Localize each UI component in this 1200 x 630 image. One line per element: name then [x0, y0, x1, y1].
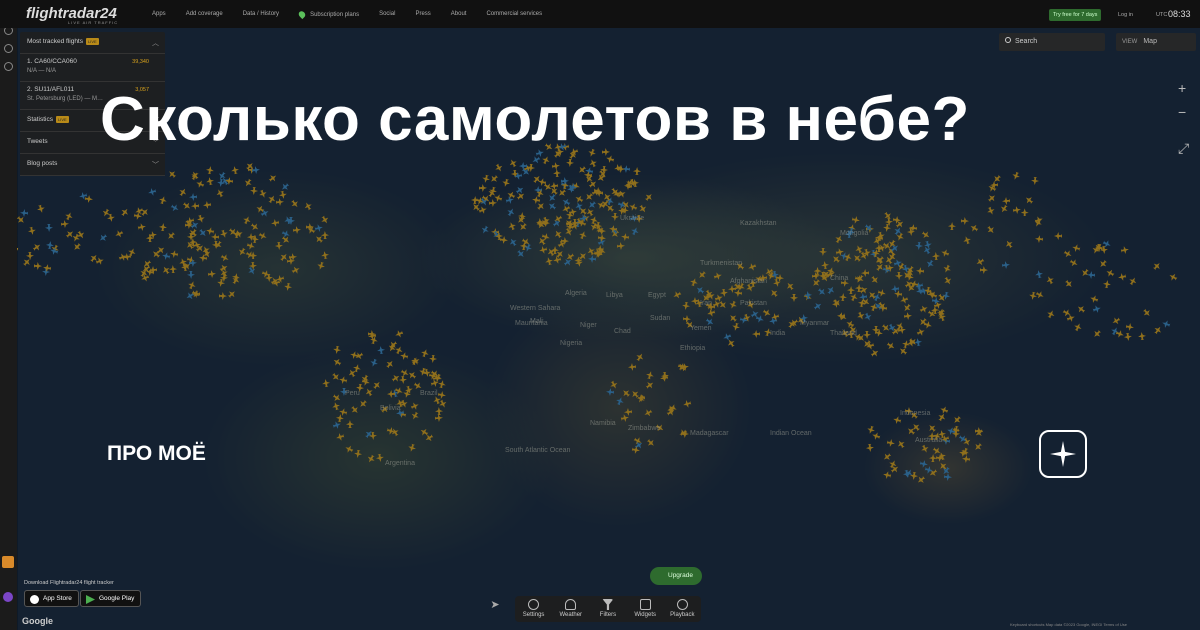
navigation-arrow-icon[interactable]: ➤ [486, 598, 504, 616]
filters-label: Filters [599, 612, 617, 618]
app-store-button[interactable]: App Store [24, 590, 79, 607]
try-free-button[interactable]: Try free for 7 days [1049, 9, 1102, 21]
rail-icon[interactable] [4, 62, 13, 71]
nav-apps[interactable]: Apps [152, 11, 166, 18]
search-icon [1005, 37, 1011, 43]
weather-button[interactable]: Weather [556, 599, 586, 622]
filter-icon [602, 599, 614, 610]
top-navigation-bar: flightradar24 LIVE AIR TRAFFIC Apps Add … [0, 0, 1200, 28]
most-tracked-label: Most tracked flights [27, 38, 83, 45]
login-link[interactable]: Log in [1118, 12, 1133, 18]
blog-posts-label: Blog posts [27, 160, 58, 167]
zen-logo [1039, 430, 1087, 478]
playback-button[interactable]: Playback [667, 599, 697, 622]
playback-label: Playback [670, 612, 695, 618]
nav-press[interactable]: Press [415, 11, 430, 18]
map-attribution[interactable]: Keyboard shortcuts Map data ©2023 Google… [1010, 622, 1127, 627]
filters-button[interactable]: Filters [593, 599, 623, 622]
settings-label: Settings [522, 612, 545, 618]
nav-social[interactable]: Social [379, 11, 395, 18]
zoom-out-icon[interactable]: − [1178, 104, 1186, 120]
bottom-toolbar: Settings Weather Filters Widgets Playbac… [515, 596, 701, 622]
orange-app-icon[interactable] [2, 556, 14, 568]
search-box[interactable]: Search [999, 33, 1105, 51]
apple-icon [30, 595, 39, 604]
chevron-down-icon: ﹀ [152, 162, 159, 169]
live-badge: LIVE [56, 116, 69, 123]
google-play-button[interactable]: Google Play [80, 590, 142, 607]
tweets-label: Tweets [27, 138, 48, 145]
nav-subscription-label: Subscription plans [310, 12, 360, 19]
play-icon [86, 595, 95, 604]
widgets-button[interactable]: Widgets [630, 599, 660, 622]
nav-data-history[interactable]: Data / History [243, 11, 279, 18]
live-badge: LIVE [86, 38, 99, 45]
left-rail [0, 0, 17, 630]
google-play-label: Google Play [99, 595, 135, 602]
google-logo: Google [22, 616, 53, 626]
zoom-in-icon[interactable]: + [1178, 80, 1186, 96]
weather-icon [565, 599, 577, 610]
download-text: Download Flightradar24 flight tracker [24, 580, 114, 586]
main-nav: Apps Add coverage Data / History Subscri… [152, 9, 562, 20]
utc-clock: 08:33 [1168, 9, 1191, 19]
nav-subscription[interactable]: Subscription plans [297, 9, 360, 20]
utc-label: UTC [1156, 12, 1168, 18]
flight-route: N/A — N/A [27, 68, 57, 74]
weather-label: Weather [559, 612, 583, 618]
overlay-title: Сколько самолетов в небе? [100, 85, 970, 154]
settings-button[interactable]: Settings [519, 599, 549, 622]
upgrade-button[interactable]: Upgrade [650, 567, 702, 585]
playback-icon [676, 599, 688, 610]
brand-text: ПРО МОЁ [107, 442, 206, 465]
tracking-count: 39,340 [132, 59, 149, 65]
nav-commercial[interactable]: Commercial services [486, 11, 542, 18]
search-placeholder: Search [1015, 38, 1038, 45]
chevron-up-icon[interactable]: ︿ [152, 38, 159, 48]
blog-posts-row[interactable]: Blog posts ﹀ [20, 154, 165, 176]
logo-subtitle: LIVE AIR TRAFFIC [68, 20, 119, 25]
nav-add-coverage[interactable]: Add coverage [186, 11, 223, 18]
rail-icon[interactable] [4, 44, 13, 53]
widgets-label: Widgets [634, 612, 656, 618]
view-selector[interactable]: VIEW Map [1116, 33, 1196, 51]
app-store-label: App Store [43, 595, 72, 602]
nav-about[interactable]: About [451, 11, 467, 18]
star-icon [1050, 441, 1076, 467]
location-pin-icon [297, 9, 307, 20]
most-tracked-header[interactable]: Most tracked flights LIVE ︿ [20, 32, 165, 54]
statistics-label: Statistics [27, 116, 54, 123]
view-label: VIEW [1122, 39, 1138, 45]
purple-app-icon[interactable] [3, 592, 13, 602]
gear-icon [528, 599, 540, 610]
tracked-flight-item[interactable]: 1. CA60/CCA060 N/A — N/A 39,340 [20, 54, 165, 82]
fullscreen-icon[interactable]: ⤢ [1178, 140, 1189, 157]
widgets-icon [639, 599, 651, 610]
view-value: Map [1143, 38, 1157, 45]
